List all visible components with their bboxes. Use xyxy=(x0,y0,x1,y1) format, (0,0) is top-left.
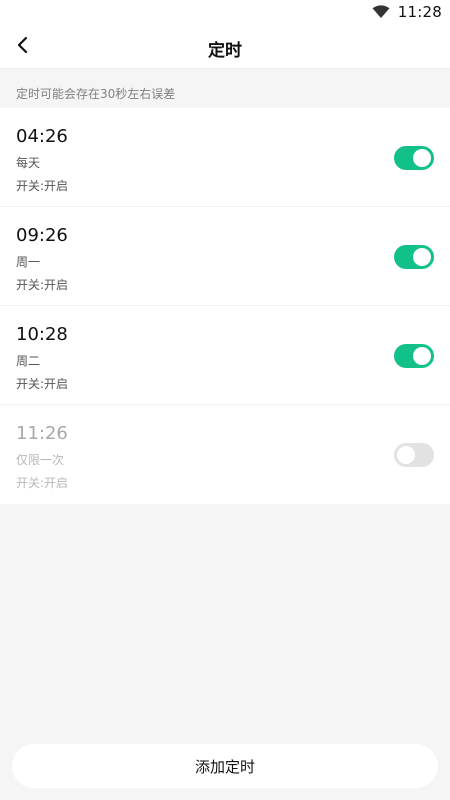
toggle-knob xyxy=(397,446,415,464)
timer-time: 09:26 xyxy=(16,225,68,246)
page-title: 定时 xyxy=(208,41,242,61)
timer-item[interactable]: 09:26 周一 开关:开启 xyxy=(0,207,450,306)
notice-text: 定时可能会存在30秒左右误差 xyxy=(16,87,176,101)
timer-status: 开关:开启 xyxy=(16,476,69,490)
timer-status: 开关:开启 xyxy=(16,179,69,193)
status-bar: 11:28 xyxy=(0,0,450,26)
timer-toggle[interactable] xyxy=(394,146,434,170)
timer-toggle[interactable] xyxy=(394,245,434,269)
toggle-knob xyxy=(413,347,431,365)
timer-repeat: 周一 xyxy=(16,255,41,269)
timer-item[interactable]: 11:26 仅限一次 开关:开启 xyxy=(0,405,450,504)
status-time: 11:28 xyxy=(397,3,442,21)
timer-repeat: 仅限一次 xyxy=(16,453,65,467)
timer-repeat: 每天 xyxy=(16,156,41,170)
add-timer-button[interactable]: 添加定时 xyxy=(12,744,438,788)
notice-banner: 定时可能会存在30秒左右误差 xyxy=(0,68,450,108)
wifi-icon xyxy=(372,5,390,19)
timer-item[interactable]: 10:28 周二 开关:开启 xyxy=(0,306,450,405)
status-right: 11:28 xyxy=(372,3,442,21)
timer-toggle[interactable] xyxy=(394,443,434,467)
toggle-knob xyxy=(413,149,431,167)
timer-status: 开关:开启 xyxy=(16,377,69,391)
timer-time: 11:26 xyxy=(16,423,68,444)
timer-status: 开关:开启 xyxy=(16,278,69,292)
timer-repeat: 周二 xyxy=(16,354,41,368)
timer-item[interactable]: 04:26 每天 开关:开启 xyxy=(0,108,450,207)
timer-time: 04:26 xyxy=(16,126,68,147)
title-bar: 定时 xyxy=(0,26,450,68)
timer-toggle[interactable] xyxy=(394,344,434,368)
timer-list: 04:26 每天 开关:开启 09:26 周一 开关:开启 10:28 周二 开… xyxy=(0,108,450,504)
toggle-knob xyxy=(413,248,431,266)
timer-time: 10:28 xyxy=(16,324,68,345)
